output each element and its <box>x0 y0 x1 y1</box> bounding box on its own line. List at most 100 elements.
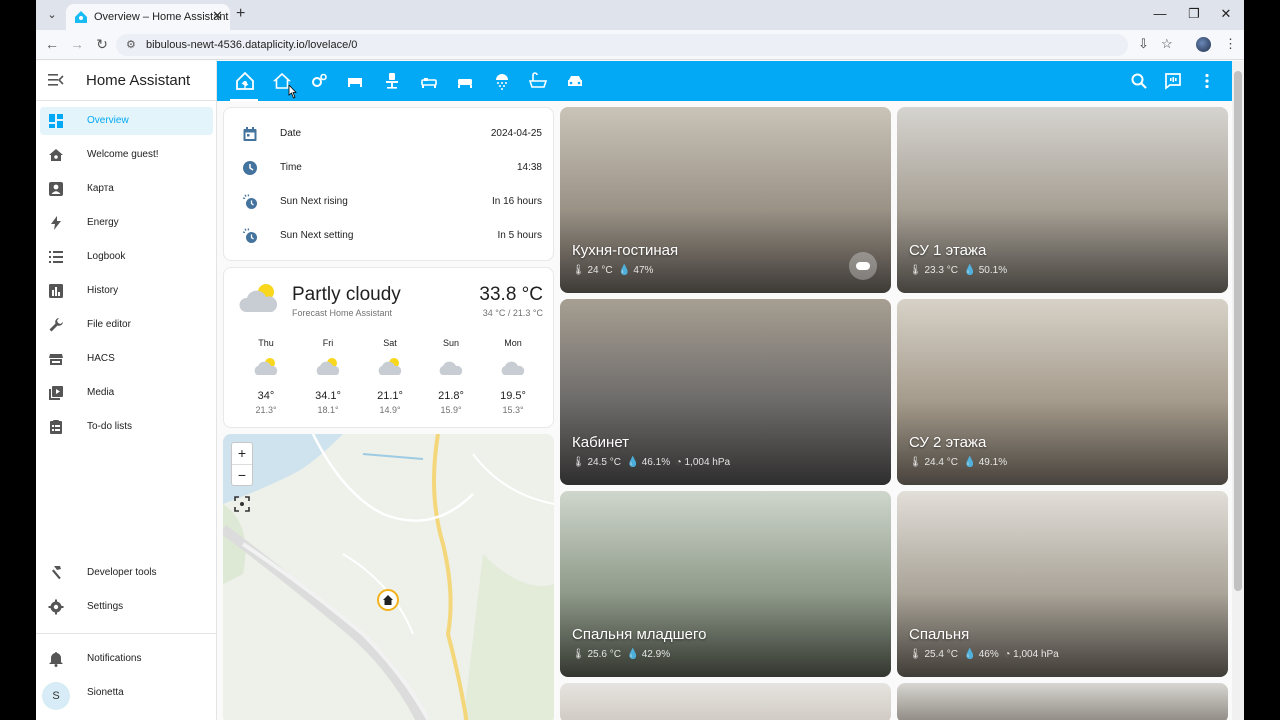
area-pressure: 1,004 hPa <box>684 457 731 468</box>
dashboard-icon <box>49 114 63 128</box>
browser-toolbar: ← → ↻ ⚙ bibulous-newt-4536.dataplicity.i… <box>36 30 1244 60</box>
area-card-partial[interactable] <box>560 683 891 720</box>
window-close-icon[interactable]: ✕ <box>1216 6 1236 22</box>
forecast-low: 14.9° <box>379 405 401 415</box>
zoom-in-button[interactable]: + <box>232 443 252 465</box>
sidebar-item-overview[interactable]: Overview <box>40 107 213 135</box>
sun-clock-icon <box>242 228 257 243</box>
area-card-bathroom-2[interactable]: СУ 2 этажа 🌡 24.4 °C 💧 49.1% <box>897 299 1228 485</box>
sidebar-item-file-editor[interactable]: File editor <box>40 311 213 339</box>
sidebar: Home Assistant Overview Welcome guest! К… <box>36 61 217 720</box>
media-icon <box>49 386 63 400</box>
user-name[interactable]: Sionetta <box>87 687 124 698</box>
view-tab-living-room[interactable] <box>345 71 365 91</box>
view-tab-office[interactable] <box>382 71 402 91</box>
entity-label: Time <box>280 162 302 173</box>
back-icon[interactable]: ← <box>43 36 61 52</box>
install-app-icon[interactable]: ⇩ <box>1138 36 1149 52</box>
area-humidity: 50.1% <box>978 265 1008 276</box>
bell-icon <box>49 652 63 667</box>
view-tab-bathroom-2[interactable] <box>528 71 548 91</box>
site-info-icon[interactable]: ⚙ <box>126 38 136 51</box>
area-card-kids-bedroom[interactable]: Спальня младшего 🌡 25.6 °C 💧 42.9% <box>560 491 891 677</box>
view-tab-car[interactable] <box>565 71 585 91</box>
search-icon[interactable] <box>1129 71 1149 91</box>
area-card-partial[interactable] <box>897 683 1228 720</box>
browser-menu-icon[interactable]: ⋮ <box>1224 36 1237 52</box>
view-tab-bedroom-2[interactable] <box>455 71 475 91</box>
view-tab-bedroom-1[interactable] <box>419 71 439 91</box>
hacs-icon <box>49 354 63 365</box>
address-bar[interactable]: ⚙ bibulous-newt-4536.dataplicity.io/love… <box>116 34 1128 56</box>
entity-value: 14:38 <box>516 162 542 173</box>
area-humidity: 42.9% <box>641 649 671 660</box>
user-avatar[interactable]: S <box>42 682 70 710</box>
page-scrollbar[interactable] <box>1232 61 1244 720</box>
area-temperature: 25.4 °C <box>924 649 958 660</box>
zoom-out-button[interactable]: − <box>232 465 252 487</box>
view-tab-bathroom-1[interactable] <box>492 71 512 91</box>
sidebar-item-media[interactable]: Media <box>40 379 213 407</box>
overflow-menu-icon[interactable] <box>1197 71 1217 91</box>
assist-icon[interactable] <box>1163 71 1183 91</box>
clock-icon <box>243 161 257 175</box>
sidebar-item-label: To-do lists <box>87 421 133 432</box>
light-toggle-button[interactable] <box>849 252 877 280</box>
scrollbar-thumb[interactable] <box>1234 71 1242 591</box>
reload-icon[interactable]: ↻ <box>93 36 111 53</box>
entity-row-sun-setting[interactable]: Sun Next setting In 5 hours <box>224 218 553 252</box>
sidebar-item-history[interactable]: History <box>40 277 213 305</box>
area-card-bathroom-1[interactable]: СУ 1 этажа 🌡 23.3 °C 💧 50.1% <box>897 107 1228 293</box>
area-temperature: 25.6 °C <box>587 649 621 660</box>
browser-tab[interactable]: Overview – Home Assistant ✕ <box>66 4 230 30</box>
entity-row-time[interactable]: Time 14:38 <box>224 150 553 184</box>
bookmark-star-icon[interactable]: ☆ <box>1161 36 1173 52</box>
toggle-switch-icon <box>856 262 870 270</box>
area-card-bedroom[interactable]: Спальня 🌡 25.4 °C 💧 46% ◔ 1,004 hPa <box>897 491 1228 677</box>
new-tab-button[interactable]: + <box>236 5 245 23</box>
sidebar-title: Home Assistant <box>86 72 191 89</box>
home-map-marker[interactable] <box>377 589 399 611</box>
home-icon <box>383 595 393 605</box>
sidebar-item-energy[interactable]: Energy <box>40 209 213 237</box>
lightning-icon <box>51 216 61 230</box>
sidebar-item-settings[interactable]: Settings <box>40 593 213 621</box>
sidebar-item-todo[interactable]: To-do lists <box>40 413 213 441</box>
sofa-icon <box>348 78 362 87</box>
view-tab-settings[interactable] <box>309 71 329 91</box>
sidebar-item-map[interactable]: Карта <box>40 175 213 203</box>
weather-forecast-card[interactable]: Partly cloudy Forecast Home Assistant 33… <box>223 267 554 428</box>
forecast-day: Thu 34° 21.3° <box>239 338 293 415</box>
url-text[interactable]: bibulous-newt-4536.dataplicity.io/lovela… <box>146 39 357 51</box>
area-sensors: 🌡 25.6 °C 💧 42.9% <box>572 649 671 660</box>
entity-label: Sun Next setting <box>280 230 354 241</box>
browser-profile-avatar[interactable] <box>1196 37 1211 52</box>
forecast-day: Sat 21.1° 14.9° <box>363 338 417 415</box>
bed-icon <box>421 78 437 88</box>
sidebar-item-notifications[interactable]: Notifications <box>40 645 213 673</box>
mouse-cursor-icon <box>288 85 297 99</box>
wrench-icon <box>49 318 63 332</box>
view-tab-home-assistant[interactable] <box>235 71 255 91</box>
close-tab-icon[interactable]: ✕ <box>212 8 223 24</box>
sidebar-item-label: Карта <box>87 183 114 194</box>
menu-collapse-icon[interactable] <box>48 73 64 87</box>
entity-row-sun-rising[interactable]: Sun Next rising In 16 hours <box>224 184 553 218</box>
shower-icon <box>496 74 508 90</box>
map-card[interactable]: + − <box>223 434 554 720</box>
entity-row-date[interactable]: Date 2024-04-25 <box>224 116 553 150</box>
sidebar-item-logbook[interactable]: Logbook <box>40 243 213 271</box>
sidebar-item-hacs[interactable]: HACS <box>40 345 213 373</box>
area-card-office[interactable]: Кабинет 🌡 24.5 °C 💧 46.1% ◔ 1,004 hPa <box>560 299 891 485</box>
maximize-icon[interactable]: ❐ <box>1184 6 1204 22</box>
forecast-day: Fri 34.1° 18.1° <box>301 338 355 415</box>
area-humidity: 49.1% <box>978 457 1008 468</box>
cloudy-icon <box>439 361 463 375</box>
area-card-kitchen[interactable]: Кухня-гостиная 🌡 24 °C 💧 47% <box>560 107 891 293</box>
minimize-icon[interactable]: — <box>1150 6 1170 21</box>
fit-map-icon[interactable] <box>234 496 250 512</box>
sidebar-item-developer-tools[interactable]: Developer tools <box>40 559 213 587</box>
sidebar-item-welcome[interactable]: Welcome guest! <box>40 141 213 169</box>
forward-icon[interactable]: → <box>68 36 86 52</box>
tab-search-button[interactable]: ⌄ <box>42 6 62 24</box>
